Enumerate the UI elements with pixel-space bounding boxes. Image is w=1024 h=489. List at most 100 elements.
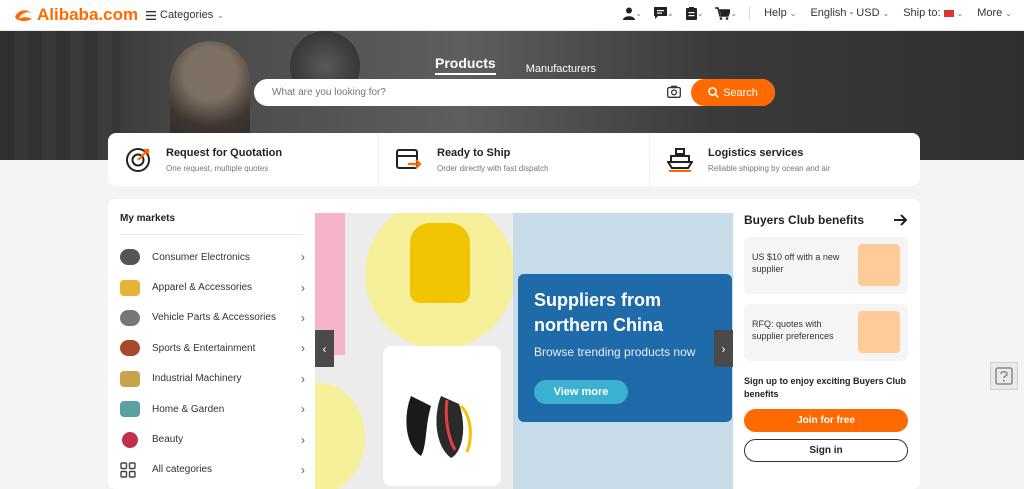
market-label: Beauty xyxy=(152,434,184,446)
divider xyxy=(749,6,751,20)
grid-icon xyxy=(120,462,140,478)
search-input[interactable] xyxy=(272,87,652,98)
messages-icon xyxy=(654,7,667,19)
market-item-apparel[interactable]: Apparel & Accessories › xyxy=(120,272,305,302)
chevron-right-icon: › xyxy=(301,310,305,325)
beauty-icon xyxy=(122,431,138,448)
ship-icon xyxy=(666,146,694,174)
market-item-consumer-electronics[interactable]: Consumer Electronics › xyxy=(120,242,305,272)
view-more-button[interactable]: View more xyxy=(534,380,628,404)
market-item-industrial-machinery[interactable]: Industrial Machinery › xyxy=(120,364,305,394)
service-subtitle: Order directly with fast dispatch xyxy=(437,163,549,173)
divider xyxy=(120,234,305,235)
service-subtitle: Reliable shipping by ocean and air xyxy=(708,163,831,173)
orders-menu[interactable]: ⌄ xyxy=(685,6,704,20)
chevron-down-icon: ⌄ xyxy=(882,8,890,18)
market-item-beauty[interactable]: Beauty › xyxy=(120,424,305,454)
market-label: Vehicle Parts & Accessories xyxy=(152,312,276,324)
sneaker-card xyxy=(383,346,501,486)
plant-icon xyxy=(120,401,140,418)
chevron-right-icon: › xyxy=(301,432,305,447)
more-menu[interactable]: More ⌄ xyxy=(977,7,1012,19)
hero-background-shelf xyxy=(0,31,120,160)
market-item-vehicle-parts[interactable]: Vehicle Parts & Accessories › xyxy=(120,303,305,333)
service-ready-to-ship[interactable]: Ready to Ship Order directly with fast d… xyxy=(378,133,649,186)
headphones-icon xyxy=(120,249,140,266)
car-parts-icon xyxy=(120,309,140,326)
search-bar: Search xyxy=(254,79,775,106)
signup-prompt: Sign up to enjoy exciting Buyers Club be… xyxy=(744,376,907,399)
join-free-button[interactable]: Join for free xyxy=(744,409,908,432)
cart-menu[interactable]: ⌄ xyxy=(715,6,737,20)
promo-subtitle: Browse trending products now xyxy=(534,345,696,359)
market-item-all-categories[interactable]: All categories › xyxy=(120,455,305,485)
tab-manufacturers[interactable]: Manufacturers xyxy=(526,63,596,75)
chevron-down-icon: ⌄ xyxy=(789,8,797,18)
services-bar: Request for Quotation One request, multi… xyxy=(108,133,920,186)
benefit-text: US $10 off with a new supplier xyxy=(752,252,840,274)
buyers-club-header[interactable]: Buyers Club benefits xyxy=(744,213,908,227)
target-icon xyxy=(124,146,152,174)
market-label: Industrial Machinery xyxy=(152,373,242,385)
cart-icon xyxy=(715,6,731,20)
account-menu[interactable]: ⌄ xyxy=(623,7,642,20)
camera-icon[interactable] xyxy=(667,85,681,98)
service-title: Ready to Ship xyxy=(437,146,511,159)
service-logistics[interactable]: Logistics services Reliable shipping by … xyxy=(649,133,920,186)
ship-to-menu[interactable]: Ship to: ⌄ xyxy=(903,7,963,19)
market-item-sports[interactable]: Sports & Entertainment › xyxy=(120,333,305,363)
chevron-right-icon: › xyxy=(301,402,305,417)
market-item-home-garden[interactable]: Home & Garden › xyxy=(120,394,305,424)
market-label: Home & Garden xyxy=(152,403,225,415)
banner-product-collage xyxy=(315,213,515,489)
buyers-club-panel: Buyers Club benefits US $10 off with a n… xyxy=(744,213,908,462)
service-request-quotation[interactable]: Request for Quotation One request, multi… xyxy=(108,133,378,186)
sneaker-image xyxy=(406,396,472,458)
chevron-down-icon: ⌄ xyxy=(635,8,642,18)
promo-headline: northern China xyxy=(534,315,663,335)
excavator-icon xyxy=(120,370,140,387)
chevron-down-icon: ⌄ xyxy=(696,8,704,18)
carousel-next-button[interactable]: › xyxy=(714,330,733,367)
buyers-club-title: Buyers Club benefits xyxy=(744,213,865,227)
help-menu[interactable]: Help ⌄ xyxy=(764,7,796,19)
benefit-card-discount[interactable]: US $10 off with a new supplier xyxy=(744,237,908,294)
question-icon xyxy=(995,367,1013,385)
rfq-document-image xyxy=(858,311,900,353)
promo-headline: Suppliers from xyxy=(534,290,662,310)
chevron-right-icon: › xyxy=(301,250,305,265)
markets-title: My markets xyxy=(120,213,176,224)
service-title: Logistics services xyxy=(708,146,804,159)
helmet-icon xyxy=(120,340,140,357)
search-button[interactable]: Search xyxy=(691,79,775,106)
carousel-prev-button[interactable]: ‹ xyxy=(315,330,334,367)
chevron-down-icon: ⌄ xyxy=(956,8,964,18)
search-button-label: Search xyxy=(723,86,758,99)
market-label: Sports & Entertainment xyxy=(152,342,256,354)
categories-menu[interactable]: Categories ⌄ xyxy=(146,9,224,21)
messages-menu[interactable]: ⌄ xyxy=(654,7,674,19)
user-icon xyxy=(623,7,636,20)
alibaba-logo[interactable]: Alibaba.com xyxy=(12,5,138,25)
help-feedback-button[interactable] xyxy=(990,362,1018,390)
search-icon xyxy=(708,87,719,98)
promo-carousel[interactable]: Suppliers from northern China Browse tre… xyxy=(315,213,733,489)
market-label: Apparel & Accessories xyxy=(152,282,253,294)
sign-in-button[interactable]: Sign in xyxy=(744,439,908,462)
language-currency-menu[interactable]: English - USD ⌄ xyxy=(810,7,889,19)
arrow-right-icon xyxy=(894,214,908,226)
banner-yellow-circle xyxy=(315,383,365,489)
chevron-down-icon: ⌄ xyxy=(1005,8,1012,18)
chevron-right-icon: › xyxy=(301,280,305,295)
promo-card: Suppliers from northern China Browse tre… xyxy=(518,274,732,422)
top-navigation-bar: Alibaba.com Categories ⌄ ⌄ ⌄ ⌄ ⌄ Help ⌄ … xyxy=(0,0,1024,31)
ship-to-label: Ship to: xyxy=(903,7,941,19)
help-label: Help xyxy=(764,7,787,19)
coupon-image xyxy=(858,244,900,286)
tab-products[interactable]: Products xyxy=(435,55,496,75)
more-label: More xyxy=(977,7,1003,19)
service-subtitle: One request, multiple quotes xyxy=(166,163,269,173)
benefit-text: RFQ: quotes with supplier preferences xyxy=(752,319,834,341)
benefit-card-rfq[interactable]: RFQ: quotes with supplier preferences xyxy=(744,304,908,361)
chevron-down-icon: ⌄ xyxy=(667,8,674,18)
